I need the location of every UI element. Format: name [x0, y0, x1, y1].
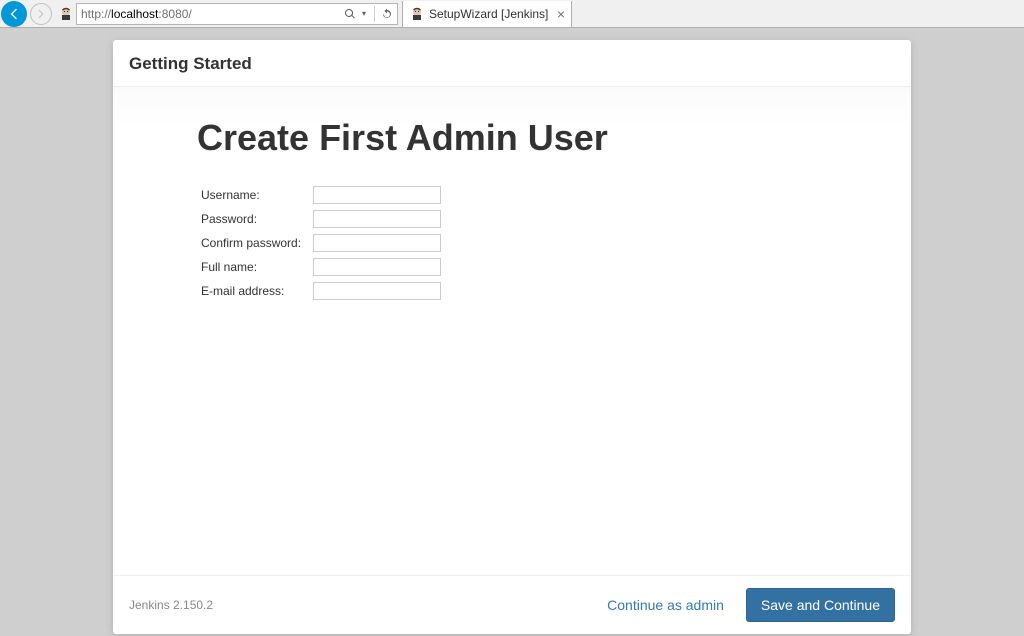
password-label: Password:: [197, 207, 309, 231]
form-row-fullname: Full name:: [197, 255, 445, 279]
email-input[interactable]: [313, 282, 441, 300]
modal-header-title: Getting Started: [129, 54, 895, 74]
modal-header: Getting Started: [113, 40, 911, 87]
username-input[interactable]: [313, 186, 441, 204]
divider: [374, 6, 375, 22]
tab-favicon: [409, 6, 425, 22]
username-label: Username:: [197, 183, 309, 207]
address-favicon: [58, 6, 74, 22]
search-icon[interactable]: [344, 8, 356, 20]
tab-title: SetupWizard [Jenkins]: [429, 7, 551, 21]
arrow-left-icon: [6, 6, 22, 22]
form-row-confirm-password: Confirm password:: [197, 231, 445, 255]
jenkins-version: Jenkins 2.150.2: [129, 598, 213, 612]
save-and-continue-button[interactable]: Save and Continue: [746, 588, 895, 622]
footer-actions: Continue as admin Save and Continue: [599, 588, 895, 622]
url-host: localhost: [111, 7, 158, 21]
fullname-input[interactable]: [313, 258, 441, 276]
url-prefix: http://: [81, 7, 111, 21]
tab-close-icon[interactable]: ×: [557, 6, 565, 22]
address-bar[interactable]: http://localhost:8080/ ▾: [76, 3, 398, 25]
password-input[interactable]: [313, 210, 441, 228]
modal-footer: Jenkins 2.150.2 Continue as admin Save a…: [113, 575, 911, 634]
jenkins-icon: [58, 6, 74, 22]
fullname-label: Full name:: [197, 255, 309, 279]
modal-body: Create First Admin User Username: Passwo…: [113, 87, 911, 575]
page-background: Getting Started Create First Admin User …: [0, 28, 1024, 636]
email-label: E-mail address:: [197, 279, 309, 303]
browser-tab[interactable]: SetupWizard [Jenkins] ×: [402, 1, 572, 27]
browser-toolbar: http://localhost:8080/ ▾ SetupWizard [Je…: [0, 0, 1024, 28]
admin-user-form: Username: Password: Confirm password: Fu…: [197, 183, 445, 303]
form-row-email: E-mail address:: [197, 279, 445, 303]
nav-back-button[interactable]: [1, 1, 27, 27]
jenkins-icon: [409, 6, 425, 22]
continue-as-admin-button[interactable]: Continue as admin: [599, 591, 732, 619]
search-dropdown-icon[interactable]: ▾: [362, 9, 366, 18]
form-row-password: Password:: [197, 207, 445, 231]
refresh-icon[interactable]: [381, 8, 393, 20]
confirm-password-input[interactable]: [313, 234, 441, 252]
arrow-right-icon: [35, 8, 47, 20]
setup-wizard-modal: Getting Started Create First Admin User …: [113, 40, 911, 634]
url-port: :8080/: [158, 7, 191, 21]
form-row-username: Username:: [197, 183, 445, 207]
nav-forward-button[interactable]: [30, 3, 52, 25]
page-heading: Create First Admin User: [197, 117, 827, 159]
address-bar-controls: ▾: [344, 6, 393, 22]
confirm-password-label: Confirm password:: [197, 231, 309, 255]
